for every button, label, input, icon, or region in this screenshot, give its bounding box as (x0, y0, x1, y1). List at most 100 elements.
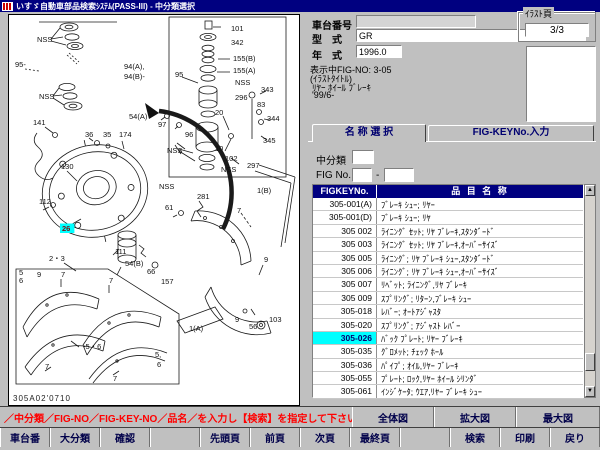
last-page-button[interactable]: 最終頁 (350, 428, 400, 447)
diagram-part-label[interactable]: 54(B) (125, 259, 144, 268)
table-row[interactable]: 305-036ﾊﾟｲﾌﾟ; ｵｲﾙ,ﾘﾔｰ ﾌﾞﾚｰｷ (313, 359, 583, 372)
next-page-button[interactable]: 次頁 (300, 428, 350, 447)
diagram-part-label[interactable]: 9 (37, 270, 41, 279)
chubunrui-input[interactable] (352, 150, 374, 164)
diagram-part-label[interactable]: 141 (33, 118, 46, 127)
scroll-up-arrow-icon[interactable]: ▲ (585, 185, 595, 196)
figkey-cell[interactable]: 305-035 (313, 345, 377, 357)
diagram-part-label[interactable]: 101 (231, 24, 244, 33)
diagram-part-label[interactable]: 10 (215, 144, 223, 153)
diagram-part-label[interactable]: 96 (185, 130, 193, 139)
table-row[interactable]: 305-001(D)ﾌﾞﾚｰｷ ｼｭｰ; ﾘﾔ (313, 211, 583, 224)
diagram-part-label[interactable]: NSS (37, 35, 52, 44)
part-name-cell[interactable]: ﾗｲﾆﾝｸﾞ ｾｯﾄ; ﾘﾔ ﾌﾞﾚｰｷ,ｽﾀﾝﾀﾞｰﾄﾞ (377, 225, 583, 237)
diagram-part-label[interactable]: 1(A) (189, 324, 204, 333)
diagram-part-label[interactable]: 296 (235, 93, 248, 102)
fig-no-input-2[interactable] (384, 168, 414, 182)
diagram-part-label[interactable]: 2・3 (49, 254, 65, 263)
parts-table-scrollbar[interactable]: ▲ ▼ (584, 184, 596, 398)
diagram-part-label[interactable]: 20 (215, 108, 223, 117)
diagram-part-label[interactable]: NSS (221, 165, 236, 174)
diagram-part-label[interactable]: 6 (157, 360, 161, 369)
diagram-part-label[interactable]: 5, (155, 350, 161, 359)
diagram-part-label[interactable]: 97 (158, 120, 166, 129)
prev-page-button[interactable]: 前頁 (250, 428, 300, 447)
scroll-down-arrow-icon[interactable]: ▼ (585, 386, 595, 397)
part-name-cell[interactable]: ﾊﾟｲﾌﾟ; ｵｲﾙ,ﾘﾔｰ ﾌﾞﾚｰｷ (377, 359, 583, 371)
diagram-part-label[interactable]: NSS (159, 182, 174, 191)
table-row[interactable]: 305-035ｸﾞﾛﾒｯﾄ; ﾁｪｯｸ ﾎｰﾙ (313, 345, 583, 358)
diagram-part-label[interactable]: 7 (61, 270, 65, 279)
diagram-part-label[interactable]: NSS (235, 78, 250, 87)
diagram-part-label[interactable]: 54(A) (129, 112, 148, 121)
figkey-cell[interactable]: 305-001(A) (313, 198, 377, 210)
major-class-button[interactable]: 大分類 (50, 428, 100, 447)
table-row[interactable]: 305 002ﾗｲﾆﾝｸﾞ ｾｯﾄ; ﾘﾔ ﾌﾞﾚｰｷ,ｽﾀﾝﾀﾞｰﾄﾞ (313, 225, 583, 238)
illust-thumbnail-listbox[interactable] (526, 46, 596, 122)
part-name-cell[interactable]: ｲﾝｼﾞｹｰﾀ; ｳｴｱ,ﾘﾔｰ ﾌﾞﾚｰｷ ｼｭｰ (377, 385, 583, 397)
diagram-part-label[interactable]: 157 (161, 277, 174, 286)
part-name-cell[interactable]: ｸﾞﾛﾒｯﾄ; ﾁｪｯｸ ﾎｰﾙ (377, 345, 583, 357)
diagram-part-label[interactable]: 102 (225, 154, 238, 163)
table-row[interactable]: 305 007ﾘﾍﾞｯﾄ; ﾗｲﾆﾝｸﾞ,ﾘﾔ ﾌﾞﾚｰｷ (313, 278, 583, 291)
diagram-part-label[interactable]: 7 (113, 374, 117, 383)
confirm-button[interactable]: 確認 (100, 428, 150, 447)
first-page-button[interactable]: 先頭頁 (200, 428, 250, 447)
diagram-part-label[interactable]: 95- (15, 60, 26, 69)
part-name-cell[interactable]: ﾚﾊﾞｰ; ｵｰﾄｱｼﾞｬｽﾀ (377, 305, 583, 317)
diagram-part-label[interactable]: 36 (85, 130, 93, 139)
part-name-cell[interactable]: ﾌﾞﾚｰｷ ｼｭｰ; ﾘﾔ (377, 211, 583, 223)
diagram-part-label[interactable]: 297 (247, 161, 260, 170)
diagram-part-label[interactable]: 342 (231, 38, 244, 47)
part-name-cell[interactable]: ﾗｲﾆﾝｸﾞ; ﾘﾔ ﾌﾞﾚｰｷ ｼｭｰ,ｽﾀﾝﾀﾞｰﾄﾞ (377, 252, 583, 264)
table-row[interactable]: 305-001(A)ﾌﾞﾚｰｷ ｼｭｰ; ﾘﾔｰ (313, 198, 583, 211)
diagram-part-label[interactable]: 95 (175, 70, 183, 79)
part-name-cell[interactable]: ﾗｲﾆﾝｸﾞ ｾｯﾄ; ﾘﾔ ﾌﾞﾚｰｷ,ｵｰﾊﾞｰｻｲｽﾞ (377, 238, 583, 250)
diagram-part-label[interactable]: 83 (257, 100, 265, 109)
figkey-cell[interactable]: 305-020 (313, 319, 377, 331)
part-name-cell[interactable]: ｽﾌﾟﾘﾝｸﾞ; ｱｼﾞｬｽﾄ ﾚﾊﾞｰ (377, 319, 583, 331)
back-button[interactable]: 戻り (550, 428, 600, 447)
table-row[interactable]: 305 009ｽﾌﾟﾘﾝｸﾞ; ﾘﾀｰﾝ,ﾌﾞﾚｰｷ ｼｭｰ (313, 292, 583, 305)
diagram-part-label[interactable]: 6 (19, 276, 23, 285)
diagram-part-label[interactable]: 344 (267, 114, 280, 123)
year-value-field[interactable] (356, 45, 402, 58)
figkey-cell[interactable]: 305 006 (313, 265, 377, 277)
part-name-cell[interactable]: ﾊﾞｯｸ ﾌﾟﾚｰﾄ; ﾘﾔｰ ﾌﾞﾚｰｷ (377, 332, 583, 344)
figkey-cell[interactable]: 305-018 (313, 305, 377, 317)
diagram-part-label[interactable]: 103 (269, 315, 282, 324)
diagram-part-label[interactable]: -5・6 (83, 342, 101, 351)
diagram-part-label[interactable]: 94(A), (124, 62, 144, 71)
figkey-cell[interactable]: 305 002 (313, 225, 377, 237)
table-row[interactable]: 305 006ﾗｲﾆﾝｸﾞ; ﾘﾔ ﾌﾞﾚｰｷ ｼｭｰ,ｵｰﾊﾞｰｻｲｽﾞ (313, 265, 583, 278)
chassis-number-button[interactable]: 車台番 (0, 428, 50, 447)
part-name-cell[interactable]: ﾌﾟﾚｰﾄ; ﾛｯｸ,ﾘﾔｰ ﾎｲｰﾙ ｼﾘﾝﾀﾞ (377, 372, 583, 384)
table-row[interactable]: 305-020ｽﾌﾟﾘﾝｸﾞ; ｱｼﾞｬｽﾄ ﾚﾊﾞｰ (313, 319, 583, 332)
fig-no-input-1[interactable] (352, 168, 372, 182)
diagram-part-label[interactable]: NSS (167, 146, 182, 155)
search-button[interactable]: 検索 (450, 428, 500, 447)
figkey-cell[interactable]: 305 005 (313, 252, 377, 264)
figkey-cell[interactable]: 305 009 (313, 292, 377, 304)
table-row[interactable]: 305-061ｲﾝｼﾞｹｰﾀ; ｳｴｱ,ﾘﾔｰ ﾌﾞﾚｰｷ ｼｭｰ (313, 385, 583, 398)
diagram-part-label[interactable]: 7 (45, 362, 49, 371)
diagram-part-label[interactable]: 281 (197, 192, 210, 201)
scrollbar-thumb[interactable] (585, 353, 595, 371)
figkey-cell[interactable]: 305-055 (313, 372, 377, 384)
figkey-cell[interactable]: 305 003 (313, 238, 377, 250)
whole-view-button[interactable]: 全体図 (352, 407, 434, 427)
figkey-cell[interactable]: 305-061 (313, 385, 377, 397)
table-row[interactable]: 305 005ﾗｲﾆﾝｸﾞ; ﾘﾔ ﾌﾞﾚｰｷ ｼｭｰ,ｽﾀﾝﾀﾞｰﾄﾞ (313, 252, 583, 265)
diagram-part-label[interactable]: 111 (115, 247, 126, 256)
diagram-part-label[interactable]: 155(A) (233, 66, 256, 75)
diagram-part-label[interactable]: 35 (103, 130, 111, 139)
figkey-cell[interactable]: 305-001(D) (313, 211, 377, 223)
table-row[interactable]: 305-055ﾌﾟﾚｰﾄ; ﾛｯｸ,ﾘﾔｰ ﾎｲｰﾙ ｼﾘﾝﾀﾞ (313, 372, 583, 385)
diagram-part-label[interactable]: 94(B)- (124, 72, 145, 81)
diagram-part-label[interactable]: 7 (237, 206, 241, 215)
diagram-part-label[interactable]: 343 (261, 85, 274, 94)
diagram-part-label[interactable]: 9 (235, 315, 239, 324)
part-name-cell[interactable]: ﾗｲﾆﾝｸﾞ; ﾘﾔ ﾌﾞﾚｰｷ ｼｭｰ,ｵｰﾊﾞｰｻｲｽﾞ (377, 265, 583, 277)
tab-name-select[interactable]: 名 称 選 択 (312, 124, 426, 142)
figkey-cell[interactable]: 305-026 (313, 332, 377, 344)
